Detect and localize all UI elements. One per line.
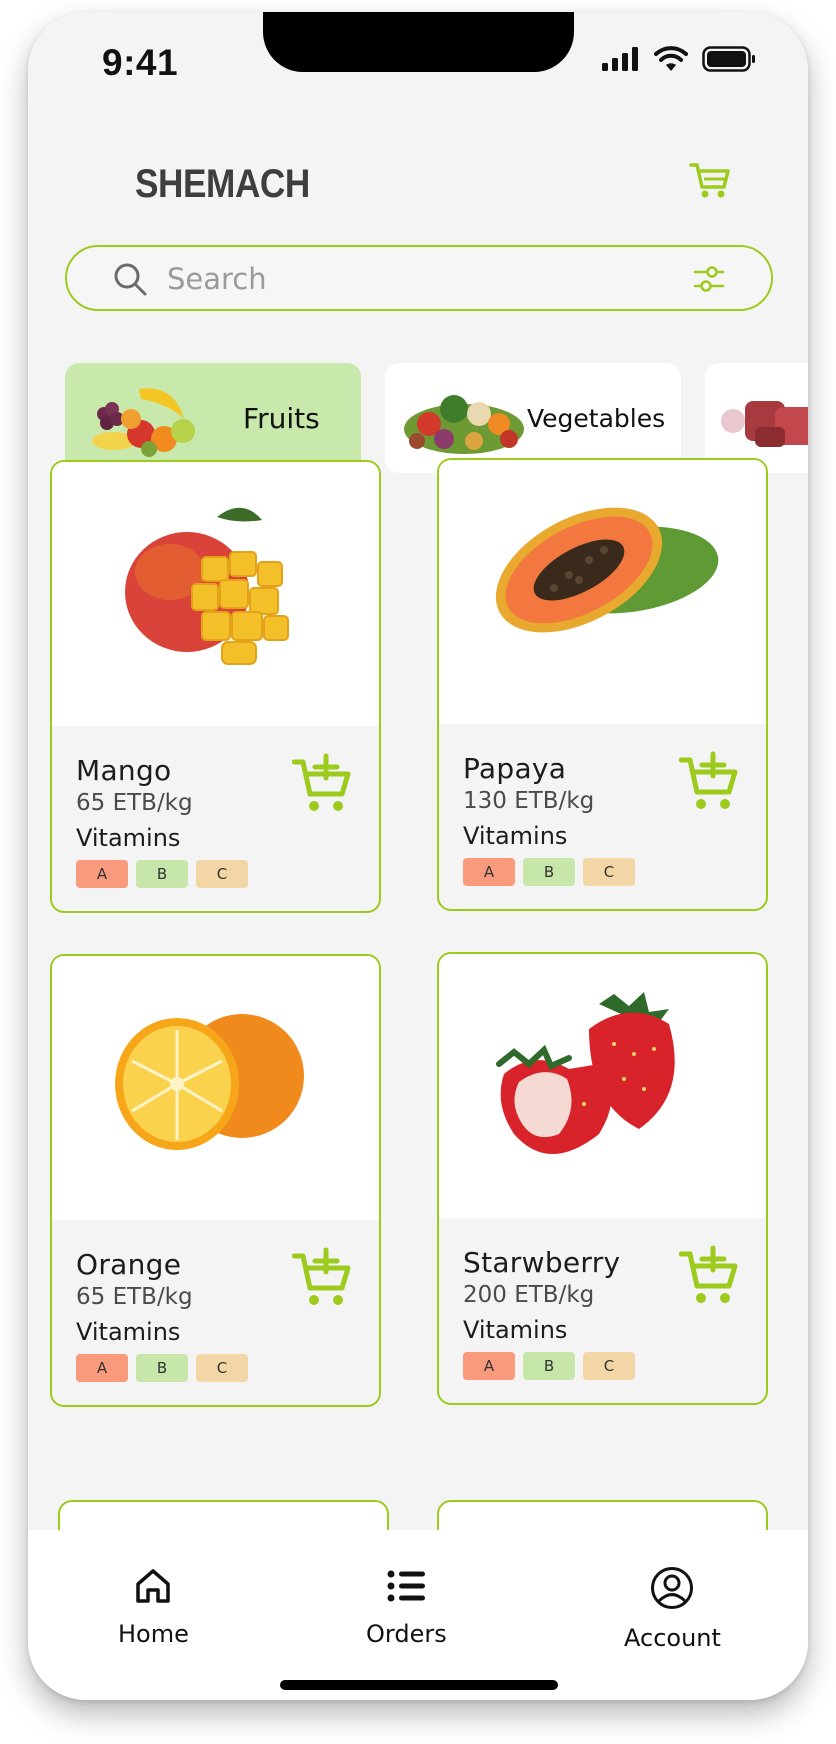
category-meat[interactable] [705, 363, 808, 473]
product-card[interactable]: Mango 65 ETB/kg Vitamins A B C [50, 460, 381, 913]
vitamin-tag-a: A [76, 860, 128, 888]
product-card[interactable]: Orange 65 ETB/kg Vitamins A B C [50, 954, 381, 1407]
product-card[interactable]: Papaya 130 ETB/kg Vitamins A B C [437, 458, 768, 911]
phone-frame: 9:41 SHEMACH Search Fruits Vegetables Ma… [28, 12, 808, 1700]
home-indicator [280, 1680, 558, 1690]
vitamin-tag-a: A [76, 1354, 128, 1382]
cart-icon[interactable] [688, 157, 732, 201]
product-price: 65 ETB/kg [76, 1284, 193, 1310]
category-row: Fruits Vegetables [65, 363, 808, 473]
list-icon [387, 1570, 426, 1602]
vitamin-tag-b: B [136, 860, 188, 888]
vitamins-label: Vitamins [76, 824, 181, 852]
papaya-image [495, 507, 719, 633]
vitamin-tag-b: B [523, 858, 575, 886]
fruits-image [92, 388, 195, 457]
nav-label: Home [118, 1620, 189, 1648]
vitamins-label: Vitamins [463, 1316, 568, 1344]
vegetables-image [404, 395, 524, 454]
product-image [439, 954, 766, 1218]
nav-account[interactable]: Account [624, 1566, 721, 1652]
vitamin-tags: A B C [76, 860, 248, 888]
vitamin-tag-c: C [196, 1354, 248, 1382]
home-icon [136, 1569, 171, 1603]
add-to-cart-icon[interactable] [679, 750, 741, 812]
mango-image [125, 507, 289, 665]
category-fruits[interactable]: Fruits [65, 363, 361, 473]
category-label: Fruits [243, 401, 320, 435]
nav-home[interactable]: Home [118, 1566, 189, 1648]
vitamin-tags: A B C [463, 858, 635, 886]
category-label: Vegetables [527, 403, 666, 433]
nav-label: Orders [366, 1620, 447, 1648]
meat-image [721, 401, 808, 447]
battery-icon [702, 46, 755, 72]
wifi-icon [654, 46, 688, 71]
product-name: Orange [76, 1248, 182, 1281]
vitamin-tags: A B C [76, 1354, 248, 1382]
product-price: 130 ETB/kg [463, 788, 595, 814]
nav-orders[interactable]: Orders [366, 1566, 447, 1648]
signal-icon [602, 47, 638, 71]
vitamins-label: Vitamins [76, 1318, 181, 1346]
add-to-cart-icon[interactable] [292, 752, 354, 814]
product-name: Mango [76, 754, 172, 787]
vitamin-tag-b: B [136, 1354, 188, 1382]
search-input[interactable] [165, 256, 649, 302]
product-image [52, 956, 379, 1220]
product-card[interactable]: Starwberry 200 ETB/kg Vitamins A B C [437, 952, 768, 1405]
vitamin-tag-c: C [583, 858, 635, 886]
vitamin-tag-c: C [583, 1352, 635, 1380]
product-name: Starwberry [463, 1246, 621, 1279]
vitamin-tag-c: C [196, 860, 248, 888]
category-vegetables[interactable]: Vegetables [385, 363, 681, 473]
product-image [52, 462, 379, 726]
brand-title: SHEMACH [135, 162, 310, 206]
status-icons [602, 46, 756, 72]
filter-icon[interactable] [693, 264, 725, 294]
search-icon [114, 263, 147, 296]
product-price: 65 ETB/kg [76, 790, 193, 816]
product-image [439, 460, 766, 724]
bottom-nav: Home Orders Account [28, 1530, 808, 1700]
account-icon [651, 1567, 694, 1609]
notch [263, 12, 574, 72]
vitamin-tag-b: B [523, 1352, 575, 1380]
search-bar[interactable] [65, 245, 773, 311]
vitamin-tags: A B C [463, 1352, 635, 1380]
status-time: 9:41 [102, 42, 179, 83]
orange-image [115, 1014, 304, 1150]
add-to-cart-icon[interactable] [292, 1246, 354, 1308]
add-to-cart-icon[interactable] [679, 1244, 741, 1306]
vitamins-label: Vitamins [463, 822, 568, 850]
product-price: 200 ETB/kg [463, 1282, 595, 1308]
product-name: Papaya [463, 752, 567, 785]
strawberry-image [496, 992, 675, 1154]
vitamin-tag-a: A [463, 1352, 515, 1380]
vitamin-tag-a: A [463, 858, 515, 886]
nav-label: Account [624, 1624, 721, 1652]
